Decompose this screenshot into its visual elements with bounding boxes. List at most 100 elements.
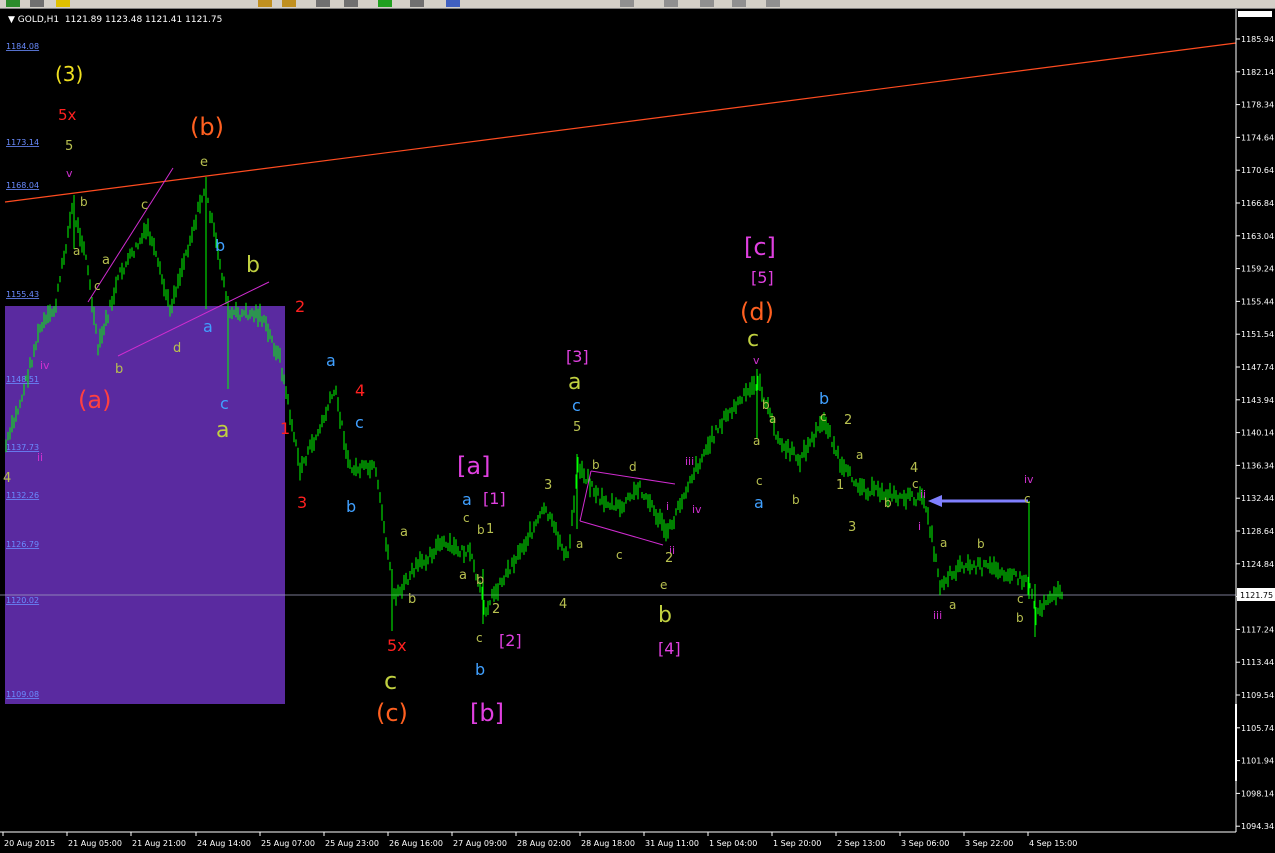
wave-label: [4] xyxy=(658,639,681,658)
wave-label: b xyxy=(80,195,88,209)
wave-label: c xyxy=(616,548,623,562)
toolbar-button[interactable] xyxy=(766,0,780,7)
price-tick-label: 1136.34 xyxy=(1241,461,1274,470)
zone-level-label: 1168.04 xyxy=(6,181,39,190)
wave-label: c xyxy=(355,413,364,432)
toolbar-button[interactable] xyxy=(410,0,424,7)
toolbar-button[interactable] xyxy=(664,0,678,7)
wave-label: b xyxy=(762,398,770,412)
price-tick-label: 1132.44 xyxy=(1241,494,1274,503)
toolbar-button[interactable] xyxy=(344,0,358,7)
wave-label: 2 xyxy=(844,413,853,428)
wave-label: a xyxy=(216,418,230,443)
wave-label: b xyxy=(475,660,486,679)
zone-level-label: 1155.43 xyxy=(6,290,39,299)
wave-label: a xyxy=(462,490,472,509)
wave-label: a xyxy=(73,244,81,258)
wave-label: a xyxy=(400,525,408,540)
chart-toolbar[interactable] xyxy=(0,0,1275,9)
wave-label: b xyxy=(819,389,830,408)
time-tick-label: 4 Sep 15:00 xyxy=(1029,839,1077,848)
price-tick-label: 1155.44 xyxy=(1241,297,1274,306)
wave-label: b xyxy=(476,573,485,588)
zone-level-label: 1148.51 xyxy=(6,375,39,384)
price-tick-label: 1166.84 xyxy=(1241,199,1274,208)
wave-label: a xyxy=(576,537,584,551)
wave-label: e xyxy=(200,155,208,170)
time-tick-label: 26 Aug 16:00 xyxy=(389,839,443,848)
wave-label: [5] xyxy=(751,268,774,287)
wave-label: iv xyxy=(40,359,50,372)
wave-label: c xyxy=(912,477,919,491)
price-chart[interactable]: 1184.08 1173.14 1168.04 1155.43 1148.51 1137.… xyxy=(0,9,1275,853)
toolbar-button[interactable] xyxy=(282,0,296,7)
wave-label: (a) xyxy=(78,386,112,414)
wave-label: [3] xyxy=(566,347,589,366)
wave-label: c xyxy=(220,394,229,413)
current-price-label: 1121.75 xyxy=(1240,591,1273,600)
wave-label: 2 xyxy=(492,602,501,617)
toolbar-button[interactable] xyxy=(6,0,20,7)
wave-label: v xyxy=(66,167,73,180)
time-tick-label: 28 Aug 18:00 xyxy=(581,839,635,848)
wave-label: iii xyxy=(685,455,695,468)
wave-label: ii xyxy=(37,451,44,464)
wave-label: c xyxy=(94,279,101,293)
wave-label: c xyxy=(463,511,470,525)
symbol-dropdown-icon[interactable]: ▼ xyxy=(8,15,18,25)
wave-label: 2 xyxy=(295,297,306,316)
toolbar-button[interactable] xyxy=(732,0,746,7)
price-tick-label: 1182.14 xyxy=(1241,68,1274,77)
price-tick-label: 1101.94 xyxy=(1241,757,1274,766)
time-tick-label: 27 Aug 09:00 xyxy=(453,839,507,848)
wave-label: b xyxy=(115,362,124,377)
toolbar-button[interactable] xyxy=(378,0,392,7)
zone-level-label: 1120.02 xyxy=(6,596,39,605)
wave-label: b xyxy=(215,236,226,255)
toolbar-button[interactable] xyxy=(620,0,634,7)
arrow-head xyxy=(928,495,942,507)
wave-label: 1 xyxy=(486,522,495,537)
wave-label: b xyxy=(977,537,985,551)
wave-label: 1 xyxy=(836,478,845,493)
toolbar-button[interactable] xyxy=(446,0,460,7)
wave-label: a xyxy=(769,412,777,426)
symbol-name: GOLD,H1 xyxy=(17,15,60,25)
wave-label: c xyxy=(1024,492,1031,506)
wave-label: c xyxy=(141,198,149,213)
symbol-info: ▼ GOLD,H1 1121.89 1123.48 1121.41 1121.7… xyxy=(8,15,222,25)
time-tick-label: 24 Aug 14:00 xyxy=(197,839,251,848)
channel-line xyxy=(579,470,592,522)
wave-label: c xyxy=(1017,592,1024,606)
wave-label: a xyxy=(326,351,336,370)
toolbar-button[interactable] xyxy=(56,0,70,7)
wave-label: a xyxy=(754,493,764,512)
zone-level-label: 1109.08 xyxy=(6,690,39,699)
wave-label: [1] xyxy=(483,489,506,508)
wave-label: 2 xyxy=(665,551,674,566)
toolbar-button[interactable] xyxy=(316,0,330,7)
wave-label: a xyxy=(753,434,761,448)
wave-label: 5x xyxy=(387,636,407,655)
time-tick-label: 1 Sep 20:00 xyxy=(773,839,821,848)
wave-label: b xyxy=(592,458,600,472)
toolbar-button[interactable] xyxy=(258,0,272,7)
wave-label: (3) xyxy=(55,62,84,86)
wave-label: a xyxy=(856,448,864,462)
time-tick-label: 2 Sep 13:00 xyxy=(837,839,885,848)
time-tick-label: 3 Sep 06:00 xyxy=(901,839,949,848)
zone-level-label: 1137.73 xyxy=(6,443,39,452)
wave-label: [2] xyxy=(499,631,522,650)
wave-label: (c) xyxy=(376,699,408,727)
price-tick-label: 1140.14 xyxy=(1241,429,1274,438)
price-tick-label: 1094.34 xyxy=(1241,822,1274,831)
price-tick-label: 1178.34 xyxy=(1241,101,1274,110)
toolbar-button[interactable] xyxy=(700,0,714,7)
price-tick-label: 1185.94 xyxy=(1241,35,1274,44)
wave-label: b xyxy=(346,497,357,516)
wave-label: [a] xyxy=(457,452,491,480)
wave-label: a xyxy=(102,253,110,268)
toolbar-button[interactable] xyxy=(30,0,44,7)
price-tick-label: 1159.24 xyxy=(1241,265,1274,274)
wave-label: a xyxy=(940,536,948,550)
